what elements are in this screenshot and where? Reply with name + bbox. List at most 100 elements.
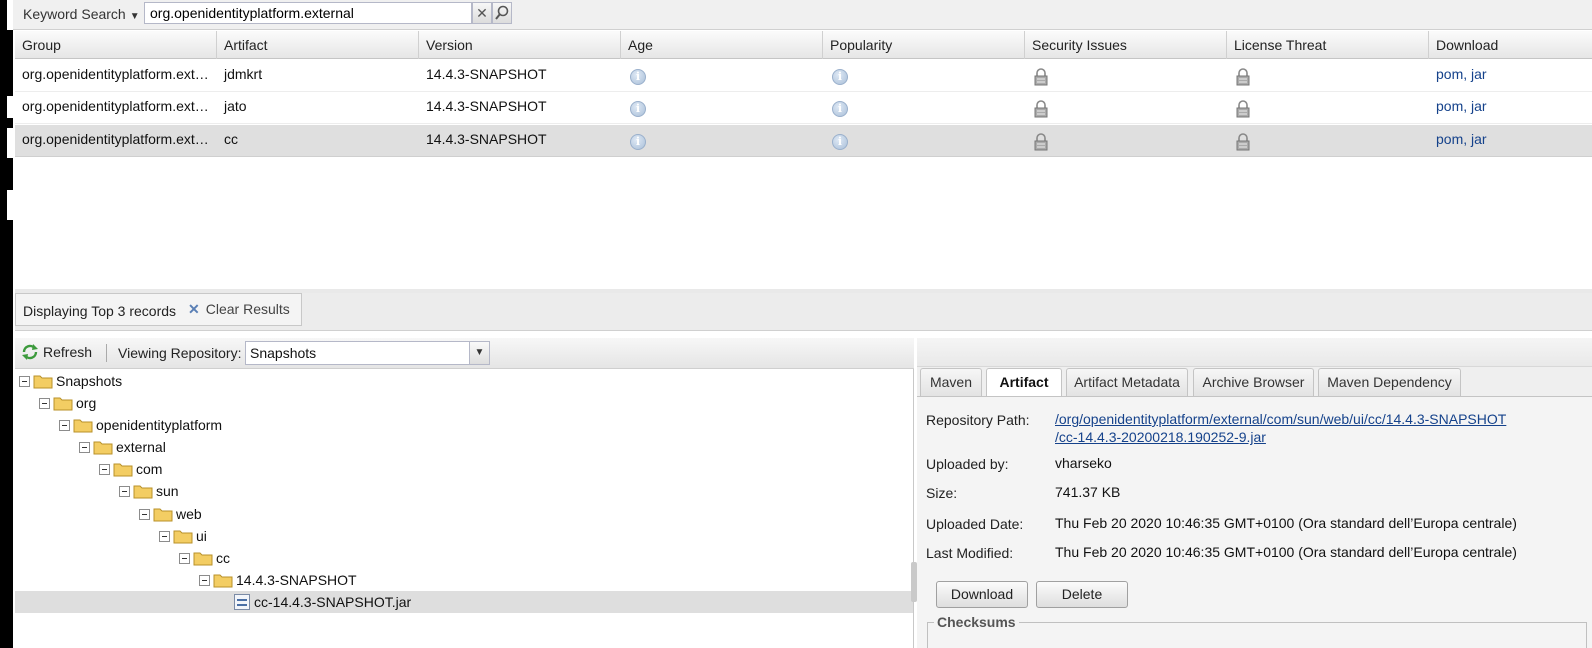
collapse-icon[interactable] [79,442,90,453]
table-row-selected[interactable]: org.openidentityplatform.ext… cc 14.4.3-… [15,125,1592,157]
collapse-icon[interactable] [19,376,30,387]
info-icon[interactable]: i [630,69,646,85]
toolbar-separator [106,344,107,362]
pom-link[interactable]: pom [1436,131,1463,147]
window-left-edge [0,0,13,648]
lock-icon[interactable] [1234,100,1252,118]
repository-select[interactable]: Snapshots ▼ [245,341,490,365]
jar-link[interactable]: jar [1471,131,1487,147]
info-icon[interactable]: i [630,134,646,150]
column-header-download[interactable]: Download [1429,31,1592,59]
refresh-button[interactable]: Refresh [21,344,92,360]
collapse-icon[interactable] [199,575,210,586]
column-header-version[interactable]: Version [419,31,621,59]
size-label: Size: [926,485,958,501]
last-modified-label: Last Modified: [926,545,1014,561]
status-box: Displaying Top 3 records ✕ Clear Results [15,293,302,326]
refresh-label: Refresh [43,344,93,360]
uploaded-date-label: Uploaded Date: [926,516,1024,532]
collapse-icon[interactable] [99,464,110,475]
folder-icon [153,508,173,522]
search-icon[interactable] [492,2,512,24]
tree-node-label: org [76,395,97,411]
dropdown-arrow-icon[interactable]: ▼ [469,342,489,364]
tree-node-label: external [116,439,166,455]
cell-artifact: cc [224,131,238,147]
pom-link[interactable]: pom [1436,98,1463,114]
folder-icon [133,485,153,499]
tab-maven[interactable]: Maven [920,368,982,396]
pom-link[interactable]: pom [1436,66,1463,82]
tab-archive-browser[interactable]: Archive Browser [1193,368,1314,396]
checksums-fieldset: Checksums [927,614,1587,648]
tree-node-label: ui [196,528,207,544]
checksums-label: Checksums [934,614,1019,630]
folder-icon [73,419,93,433]
search-input[interactable] [144,2,472,24]
cell-group: org.openidentityplatform.ext… [22,98,209,114]
search-results-grid: Group Artifact Version Age Popularity Se… [15,31,1592,289]
tab-artifact[interactable]: Artifact [986,368,1062,397]
repository-path-link-line1[interactable]: /org/openidentityplatform/external/com/s… [1055,411,1506,427]
folder-icon [173,530,193,544]
info-icon[interactable]: i [832,69,848,85]
clear-results-button[interactable]: ✕ Clear Results [188,301,290,318]
clear-results-label: Clear Results [205,301,290,317]
cell-group: org.openidentityplatform.ext… [22,131,209,147]
collapse-icon[interactable] [39,398,50,409]
cell-version: 14.4.3-SNAPSHOT [426,66,547,82]
lock-icon[interactable] [1234,133,1252,151]
jar-link[interactable]: jar [1471,98,1487,114]
lock-icon[interactable] [1032,133,1050,151]
tab-artifact-metadata[interactable]: Artifact Metadata [1066,368,1188,396]
folder-icon [53,397,73,411]
download-button[interactable]: Download [936,581,1028,608]
table-row[interactable]: org.openidentityplatform.ext… jato 14.4.… [15,92,1592,124]
tree-node-jar-selected[interactable]: cc-14.4.3-SNAPSHOT.jar [15,591,913,613]
repository-path-label: Repository Path: [926,412,1030,428]
caret-down-icon: ▼ [129,11,140,22]
lock-icon[interactable] [1032,100,1050,118]
tree-node-label: com [136,461,163,477]
column-header-license-threat[interactable]: License Threat [1227,31,1429,59]
folder-icon [93,441,113,455]
clear-icon: ✕ [188,301,200,317]
column-header-security-issues[interactable]: Security Issues [1025,31,1227,59]
cell-artifact: jato [224,98,247,114]
link-separator: , [1463,66,1472,82]
folder-icon [33,375,53,389]
keyword-search-dropdown[interactable]: Keyword Search ▼ [23,6,140,22]
tree-node-label: openidentityplatform [96,417,223,433]
folder-icon [213,574,233,588]
column-header-age[interactable]: Age [621,31,823,59]
tree-node-label: Snapshots [56,373,123,389]
jar-link[interactable]: jar [1471,66,1487,82]
lock-icon[interactable] [1032,68,1050,86]
download-links: pom, jar [1436,131,1487,147]
collapse-icon[interactable] [179,553,190,564]
info-icon[interactable]: i [832,101,848,117]
viewing-repository-label: Viewing Repository: [118,345,242,361]
collapse-icon[interactable] [119,486,130,497]
download-links: pom, jar [1436,66,1487,82]
search-toolbar: Keyword Search▼ ✕ [13,0,1592,30]
lock-icon[interactable] [1234,68,1252,86]
clear-search-icon[interactable]: ✕ [472,2,492,24]
uploaded-by-label: Uploaded by: [926,456,1009,472]
cell-group: org.openidentityplatform.ext… [22,66,209,82]
collapse-icon[interactable] [59,420,70,431]
delete-button[interactable]: Delete [1036,581,1128,608]
column-header-popularity[interactable]: Popularity [823,31,1025,59]
column-header-artifact[interactable]: Artifact [217,31,419,59]
refresh-icon [22,344,38,360]
collapse-icon[interactable] [159,531,170,542]
table-row[interactable]: org.openidentityplatform.ext… jdmkrt 14.… [15,60,1592,92]
info-icon[interactable]: i [630,101,646,117]
collapse-icon[interactable] [139,509,150,520]
column-header-group[interactable]: Group [15,31,217,59]
repository-path-link-line2[interactable]: /cc-14.4.3-20200218.190252-9.jar [1055,429,1266,445]
records-count-text: Displaying Top 3 records [23,303,177,319]
results-status-bar: Displaying Top 3 records ✕ Clear Results [15,293,1592,331]
tab-maven-dependency[interactable]: Maven Dependency [1318,368,1461,396]
info-icon[interactable]: i [832,134,848,150]
